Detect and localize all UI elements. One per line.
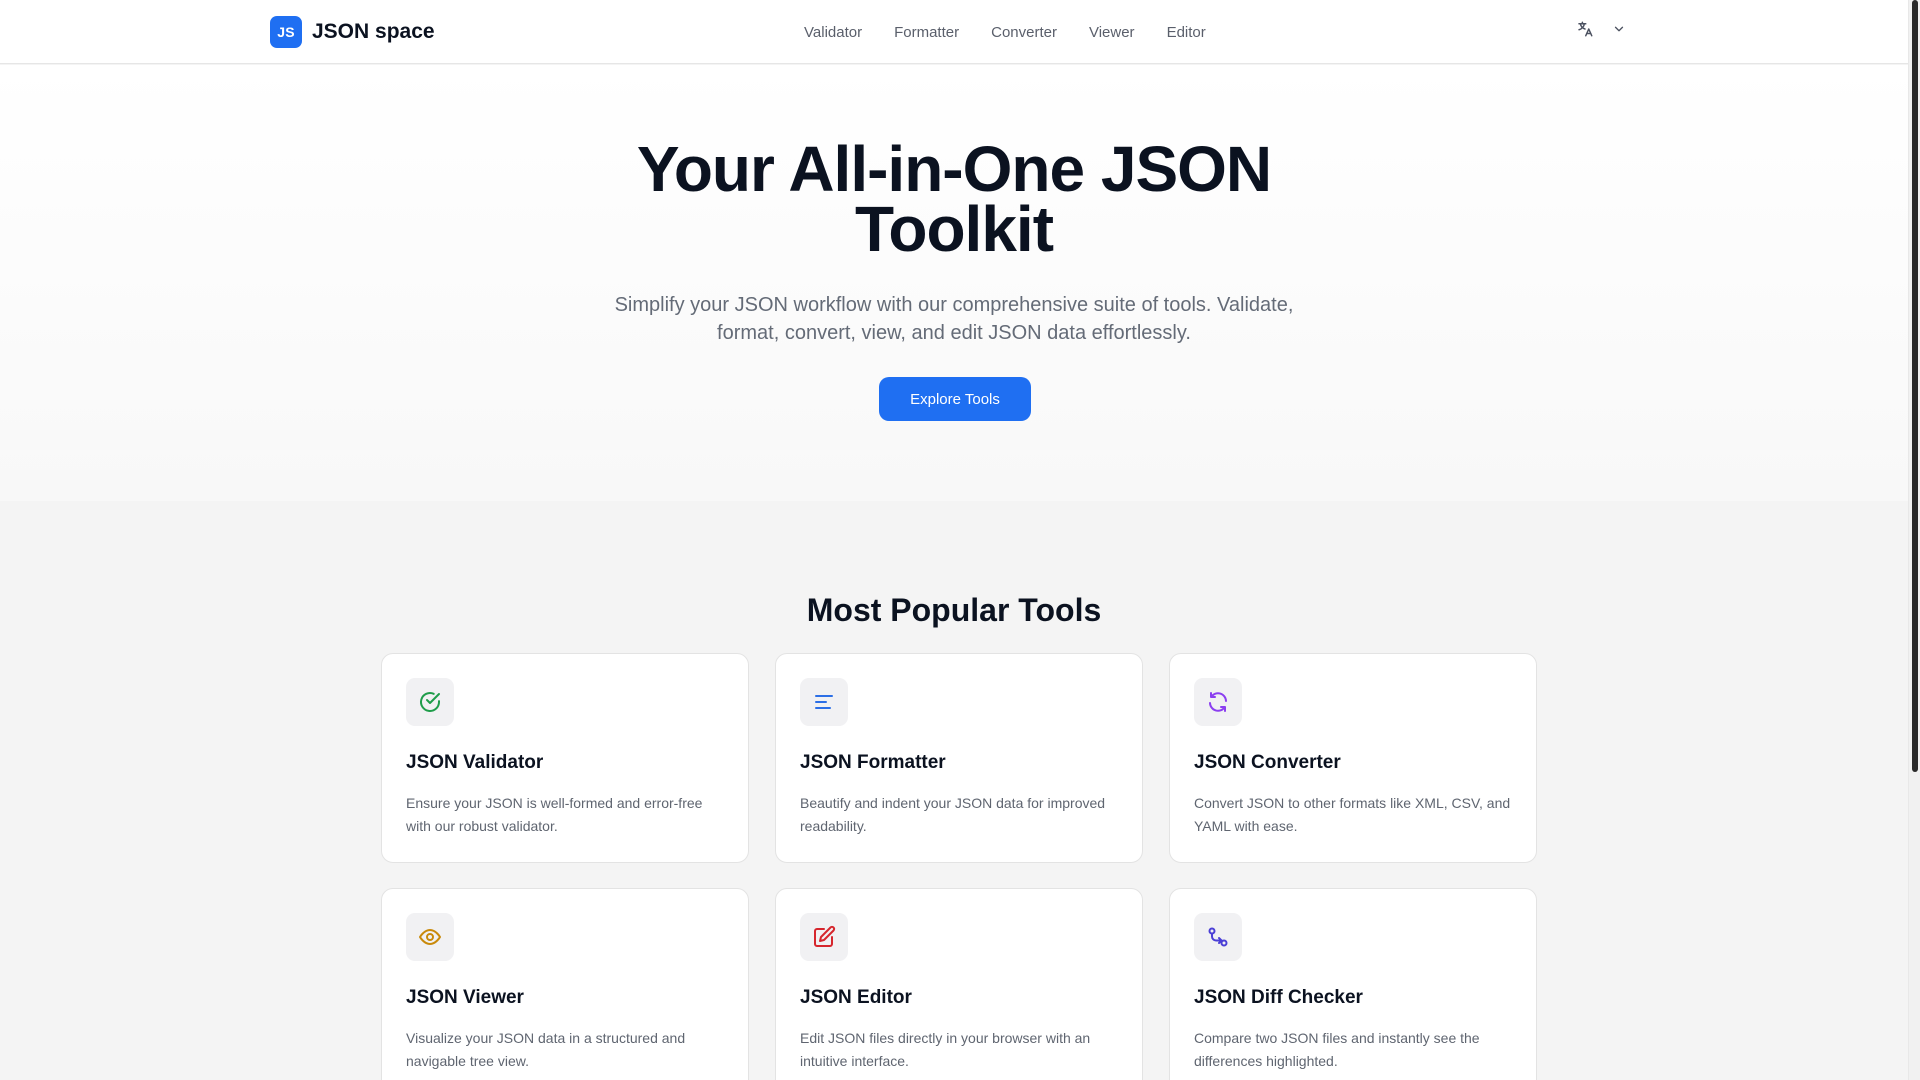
card-title: JSON Editor (800, 987, 912, 1008)
hero-subtitle: Simplify your JSON workflow with our com… (614, 294, 1294, 344)
scrollbar-thumb[interactable] (1912, 0, 1918, 772)
card-description: Convert JSON to other formats like XML, … (1194, 795, 1511, 834)
card-description: Edit JSON files directly in your browser… (800, 1030, 1091, 1069)
section-title: Most Popular Tools (806, 591, 1102, 628)
nav-item-viewer[interactable]: Viewer (1089, 24, 1135, 41)
page-scrollbar[interactable] (1908, 0, 1920, 1080)
tool-card-editor[interactable]: JSON Editor Edit JSON files directly in … (775, 888, 1143, 1080)
hero-section: Your All-in-One JSON Toolkit Simplify yo… (0, 65, 1908, 501)
language-switcher[interactable] (1576, 20, 1626, 38)
logo-text: JSON space (312, 20, 435, 43)
nav-item-editor[interactable]: Editor (1167, 24, 1206, 41)
popular-tools-section: Most Popular Tools JSON Validator Ensure… (0, 501, 1908, 1080)
git-compare-icon (1194, 913, 1242, 961)
check-circle-icon (406, 678, 454, 726)
chevron-down-icon[interactable] (1612, 22, 1626, 36)
tool-card-converter[interactable]: JSON Converter Convert JSON to other for… (1169, 653, 1537, 863)
card-title: JSON Viewer (406, 987, 524, 1008)
top-navbar: JS JSON space Validator Formatter Conver… (0, 0, 1908, 64)
card-description: Beautify and indent your JSON data for i… (800, 795, 1106, 834)
page: JS JSON space Validator Formatter Conver… (0, 0, 1920, 1080)
card-description: Compare two JSON files and instantly see… (1194, 1030, 1480, 1069)
card-title: JSON Converter (1194, 752, 1341, 773)
logo-badge: JS (270, 16, 302, 48)
card-title: JSON Formatter (800, 752, 946, 773)
tool-card-formatter[interactable]: JSON Formatter Beautify and indent your … (775, 653, 1143, 863)
tool-card-validator[interactable]: JSON Validator Ensure your JSON is well-… (381, 653, 749, 863)
card-title: JSON Validator (406, 752, 544, 773)
nav-item-converter[interactable]: Converter (991, 24, 1057, 41)
explore-tools-button[interactable]: Explore Tools (879, 377, 1031, 421)
nav-item-validator[interactable]: Validator (804, 24, 862, 41)
brand-logo[interactable]: JS JSON space (270, 16, 435, 48)
refresh-icon (1194, 678, 1242, 726)
main-nav: Validator Formatter Converter Viewer Edi… (804, 0, 1206, 64)
card-title: JSON Diff Checker (1194, 987, 1363, 1008)
align-left-icon (800, 678, 848, 726)
nav-item-formatter[interactable]: Formatter (894, 24, 959, 41)
eye-icon (406, 913, 454, 961)
edit-icon (800, 913, 848, 961)
translate-icon (1576, 20, 1594, 38)
tool-card-viewer[interactable]: JSON Viewer Visualize your JSON data in … (381, 888, 749, 1080)
card-description: Ensure your JSON is well-formed and erro… (406, 795, 703, 834)
tool-card-diff-checker[interactable]: JSON Diff Checker Compare two JSON files… (1169, 888, 1537, 1080)
card-description: Visualize your JSON data in a structured… (406, 1030, 686, 1069)
hero-title: Your All-in-One JSON Toolkit (636, 133, 1272, 265)
